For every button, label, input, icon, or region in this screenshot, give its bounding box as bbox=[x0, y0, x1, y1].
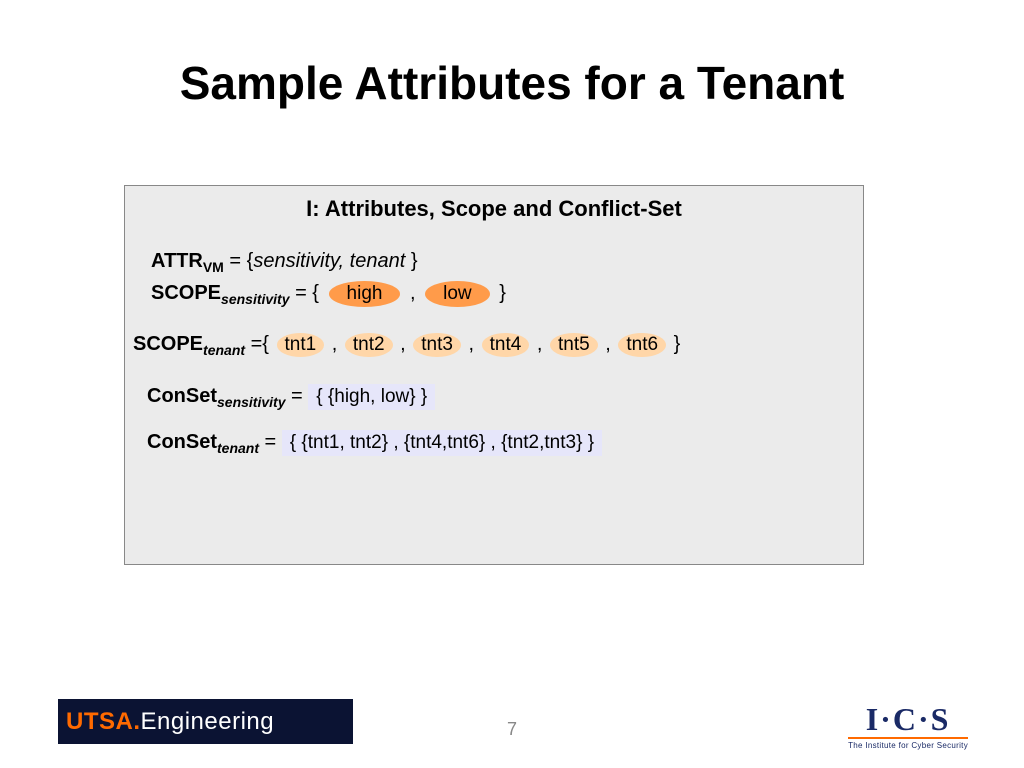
pill-tnt6: tnt6 bbox=[618, 333, 666, 357]
sep: , bbox=[600, 333, 617, 355]
scope-tenant-row: SCOPEtenant ={ tnt1 , tnt2 , tnt3 , tnt4… bbox=[133, 333, 845, 358]
eq: = bbox=[285, 385, 308, 407]
comma: , bbox=[339, 250, 350, 272]
pill-tnt5: tnt5 bbox=[550, 333, 598, 357]
scope-sub: tenant bbox=[203, 342, 245, 358]
sep: , bbox=[395, 333, 412, 355]
eq: = bbox=[259, 431, 282, 453]
ics-divider bbox=[848, 737, 968, 739]
pill-tnt1: tnt1 bbox=[277, 333, 325, 357]
conset-val: { {tnt1, tnt2} , {tnt4,tnt6} , {tnt2,tnt… bbox=[282, 430, 602, 456]
footer: UTSA.Engineering 7 I·C·S The Institute f… bbox=[0, 688, 1024, 748]
eq: ={ bbox=[245, 333, 274, 355]
pill-tnt3: tnt3 bbox=[413, 333, 461, 357]
scope-sub: sensitivity bbox=[221, 291, 289, 307]
conset-sensitivity-row: ConSetsensitivity = { {high, low} } bbox=[143, 384, 845, 410]
conset-tenant-row: ConSettenant = { {tnt1, tnt2} , {tnt4,tn… bbox=[143, 430, 845, 456]
val-sensitivity: sensitivity bbox=[253, 250, 338, 272]
close: } bbox=[405, 250, 417, 272]
panel-heading: I: Attributes, Scope and Conflict-Set bbox=[143, 196, 845, 222]
scope-sensitivity-row: SCOPEsensitivity = { high , low } bbox=[143, 281, 845, 307]
pill-tnt2: tnt2 bbox=[345, 333, 393, 357]
content-panel: I: Attributes, Scope and Conflict-Set AT… bbox=[124, 185, 864, 565]
scope-label: SCOPE bbox=[151, 282, 221, 304]
pill-low: low bbox=[425, 281, 490, 307]
close: } bbox=[494, 282, 506, 304]
scope-label: SCOPE bbox=[133, 333, 203, 355]
conset-label: ConSet bbox=[147, 385, 217, 407]
eq: = { bbox=[229, 250, 253, 272]
val-tenant: tenant bbox=[350, 250, 406, 272]
ics-main-text: I·C·S bbox=[848, 703, 968, 735]
sep: , bbox=[326, 333, 343, 355]
eq: = { bbox=[290, 282, 325, 304]
conset-sub: sensitivity bbox=[217, 394, 285, 410]
sep: , bbox=[463, 333, 480, 355]
logo-ics: I·C·S The Institute for Cyber Security bbox=[848, 703, 968, 750]
sep: , bbox=[404, 282, 421, 304]
pill-tnt4: tnt4 bbox=[482, 333, 530, 357]
pill-high: high bbox=[329, 281, 401, 307]
conset-label: ConSet bbox=[147, 431, 217, 453]
conset-val: { {high, low} } bbox=[308, 384, 435, 410]
attr-sub: VM bbox=[203, 259, 224, 275]
attr-label: ATTR bbox=[151, 250, 203, 272]
conset-sub: tenant bbox=[217, 440, 259, 456]
attr-vm-row: ATTRVM = {sensitivity, tenant } bbox=[143, 250, 845, 275]
sep: , bbox=[531, 333, 548, 355]
close: } bbox=[668, 333, 680, 355]
ics-subtitle: The Institute for Cyber Security bbox=[848, 741, 968, 750]
slide-title: Sample Attributes for a Tenant bbox=[0, 56, 1024, 110]
